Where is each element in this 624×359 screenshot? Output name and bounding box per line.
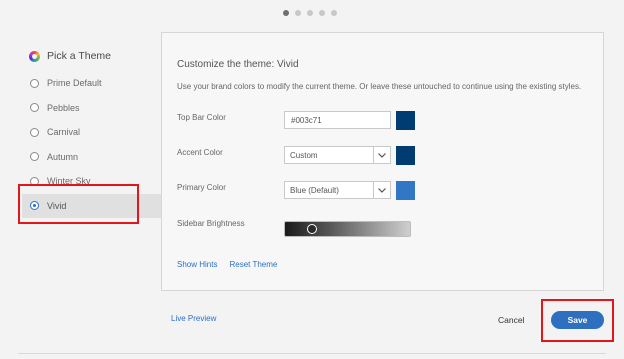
page-dot[interactable] xyxy=(283,10,289,16)
primary-color-label: Primary Color xyxy=(177,183,226,192)
theme-option-prime-default[interactable]: Prime Default xyxy=(22,71,161,96)
radio-icon[interactable] xyxy=(30,152,39,162)
live-preview-link[interactable]: Live Preview xyxy=(171,314,216,323)
sidebar-brightness-label: Sidebar Brightness xyxy=(177,219,245,228)
accent-color-swatch[interactable] xyxy=(396,146,415,165)
panel-links: Show Hints Reset Theme xyxy=(177,260,277,269)
radio-icon[interactable] xyxy=(30,78,39,88)
show-hints-link[interactable]: Show Hints xyxy=(177,260,217,269)
theme-option-label: Pebbles xyxy=(47,102,80,113)
page-dot[interactable] xyxy=(295,10,301,16)
accent-color-value: Custom xyxy=(290,150,318,160)
sidebar-heading: Pick a Theme xyxy=(29,50,111,62)
sidebar-title: Pick a Theme xyxy=(47,50,111,62)
divider xyxy=(18,353,606,354)
page-dot[interactable] xyxy=(307,10,313,16)
cancel-button[interactable]: Cancel xyxy=(498,315,524,325)
primary-color-select[interactable]: Blue (Default) xyxy=(284,181,391,199)
radio-icon[interactable] xyxy=(30,103,39,113)
theme-option-autumn[interactable]: Autumn xyxy=(22,145,161,170)
primary-color-value: Blue (Default) xyxy=(290,185,339,195)
top-bar-color-label: Top Bar Color xyxy=(177,113,226,122)
theme-option-label: Carnival xyxy=(47,127,81,138)
chevron-down-icon[interactable] xyxy=(373,182,390,198)
annotation-box-vivid xyxy=(18,184,139,224)
reset-theme-link[interactable]: Reset Theme xyxy=(229,260,277,269)
theme-option-label: Prime Default xyxy=(47,78,102,89)
annotation-box-save xyxy=(541,299,614,342)
top-bar-color-swatch[interactable] xyxy=(396,111,415,130)
slider-handle[interactable] xyxy=(306,223,317,234)
accent-color-select[interactable]: Custom xyxy=(284,146,391,164)
radio-icon[interactable] xyxy=(30,127,39,137)
color-wheel-icon xyxy=(29,50,40,62)
top-bar-color-input[interactable] xyxy=(284,111,391,129)
panel-description: Use your brand colors to modify the curr… xyxy=(177,82,582,91)
page-indicator xyxy=(283,10,337,16)
sidebar-brightness-slider[interactable] xyxy=(284,221,411,237)
primary-color-swatch[interactable] xyxy=(396,181,415,200)
chevron-down-icon[interactable] xyxy=(373,147,390,163)
accent-color-label: Accent Color xyxy=(177,148,223,157)
page-dot[interactable] xyxy=(331,10,337,16)
theme-option-carnival[interactable]: Carnival xyxy=(22,120,161,145)
panel-title: Customize the theme: Vivid xyxy=(177,59,299,70)
customize-panel: Customize the theme: Vivid Use your bran… xyxy=(161,32,604,291)
theme-option-label: Autumn xyxy=(47,151,79,162)
theme-option-pebbles[interactable]: Pebbles xyxy=(22,96,161,121)
page-dot[interactable] xyxy=(319,10,325,16)
